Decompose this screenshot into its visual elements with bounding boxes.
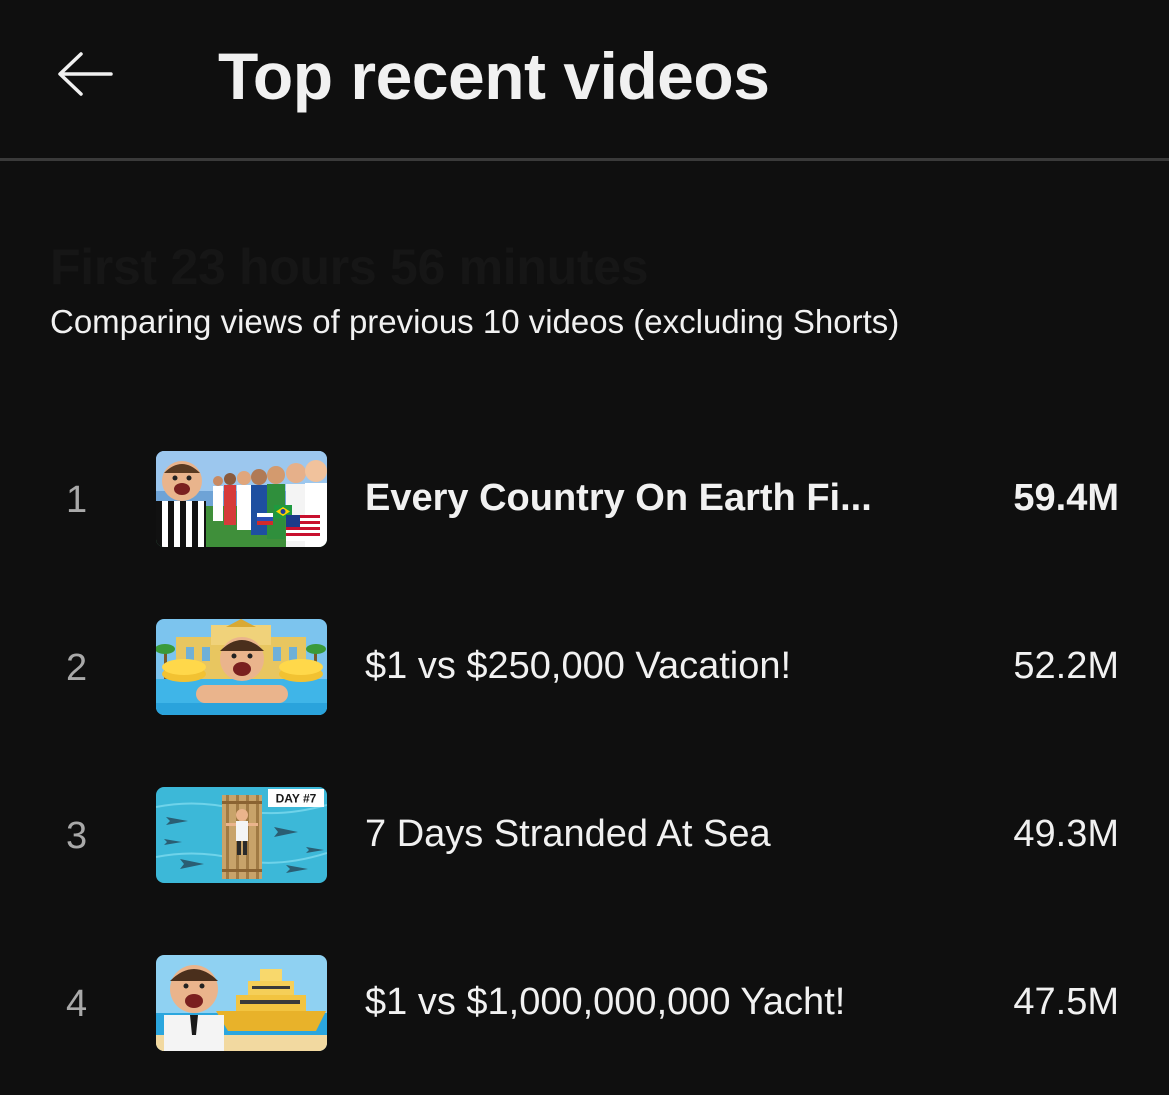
video-thumbnail[interactable] [156,619,327,715]
video-row[interactable]: 4 $1 vs $1,000,000,000 Yacht! 47.5M [0,955,1169,1055]
page-title: Top recent videos [218,39,770,113]
video-title: 7 Days Stranded At Sea [365,813,771,855]
video-title: Every Country On Earth Fi... [365,477,872,519]
section-subtitle: Comparing views of previous 10 videos (e… [50,303,900,340]
video-views: 52.2M [1013,645,1119,687]
top-bar: Top recent videos [0,0,1169,161]
video-row[interactable]: 2 $1 vs $250,000 Vacation! 52.2M [0,619,1169,719]
video-title: $1 vs $1,000,000,000 Yacht! [365,981,846,1023]
video-row[interactable]: 1 Every Country On Earth Fi... 59.4M [0,451,1169,551]
video-rank: 3 [66,815,88,857]
video-rank: 4 [66,983,88,1025]
video-thumbnail[interactable] [156,955,327,1051]
video-thumbnail[interactable] [156,451,327,547]
video-views: 49.3M [1013,813,1119,855]
section-title: First 23 hours 56 minutes [50,239,649,295]
video-rank: 2 [66,647,88,689]
thumbnail-badge: DAY #7 [276,792,317,806]
video-rank: 1 [66,479,88,521]
video-title: $1 vs $250,000 Vacation! [365,645,792,687]
back-button[interactable] [50,44,120,108]
video-views: 47.5M [1013,981,1119,1023]
video-row[interactable]: 3 DAY #7 7 Days Stranded At Sea 49.3M [0,787,1169,887]
video-thumbnail[interactable]: DAY #7 [156,787,327,883]
app-root: Top recent videos First 23 hours 56 minu… [0,0,1169,1095]
arrow-left-icon [55,51,115,102]
video-views: 59.4M [1013,477,1119,519]
